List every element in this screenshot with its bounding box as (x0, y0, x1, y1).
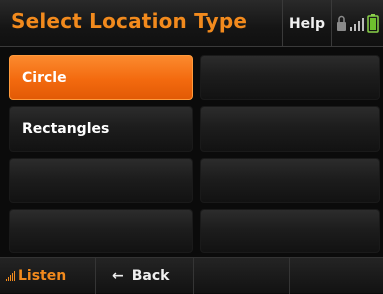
empty-tile[interactable]: Rectangles (200, 55, 380, 100)
back-button[interactable]: ← Back (96, 258, 194, 294)
volume-icon (6, 271, 16, 281)
softkey-empty[interactable] (194, 258, 290, 294)
help-button[interactable]: Help (282, 0, 332, 47)
title-bar: Select Location Type Help (0, 0, 383, 47)
empty-tile[interactable] (9, 158, 193, 203)
back-label: Back (131, 268, 170, 284)
page-title: Select Location Type (11, 9, 248, 33)
back-arrow-icon: ← (112, 268, 124, 284)
bottom-bar: Listen ← Back (0, 257, 383, 294)
status-icons (337, 14, 379, 33)
location-type-circle[interactable]: Circle (9, 55, 193, 100)
tile-label: Rectangles (22, 121, 110, 137)
location-type-rectangles[interactable]: Rectangles (9, 106, 193, 152)
signal-icon (350, 18, 364, 31)
empty-tile[interactable] (200, 209, 380, 253)
lock-icon (337, 15, 346, 31)
empty-tile[interactable] (9, 209, 193, 253)
empty-tile[interactable] (200, 158, 380, 203)
empty-tile[interactable] (200, 106, 380, 152)
battery-icon (367, 14, 379, 33)
tile-label: Circle (22, 69, 67, 86)
listen-label: Listen (18, 268, 67, 284)
listen-button[interactable]: Listen (0, 258, 96, 294)
softkey-empty[interactable] (290, 258, 383, 294)
